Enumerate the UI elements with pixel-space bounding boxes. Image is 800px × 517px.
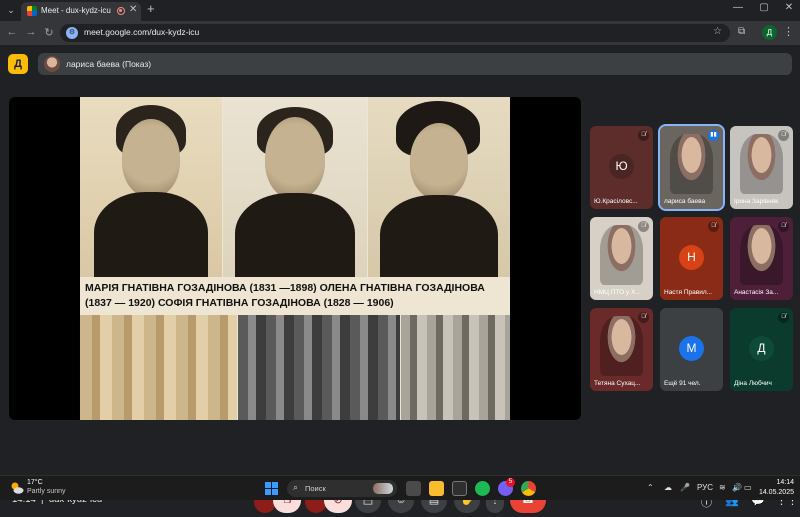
taskbar-search-box[interactable]: ⌕ Поиск xyxy=(287,480,397,497)
participant-name: Тетяна Сухац... xyxy=(594,380,641,387)
mic-muted-icon: 🎙̸ xyxy=(778,130,789,141)
slide-caption: МАРІЯ ГНАТІВНА ГОЗАДІНОВА (1831 —1898) О… xyxy=(85,282,485,309)
participant-tile[interactable]: М Ещё 91 чел. xyxy=(660,308,723,391)
presenter-avatar xyxy=(44,56,60,72)
participant-name: НМЦ ПТО у Х... xyxy=(594,289,641,296)
volume-icon[interactable]: 🔊 xyxy=(732,483,742,492)
tab-search-icon[interactable]: ⌄ xyxy=(4,3,18,17)
participant-initial-avatar: М xyxy=(679,336,704,361)
profile-avatar[interactable]: Д xyxy=(762,25,777,40)
search-placeholder: Поиск xyxy=(305,484,326,493)
portrait-mariia xyxy=(80,97,222,277)
minimize-button[interactable]: — xyxy=(730,2,746,13)
participant-name: лариса баева xyxy=(664,198,706,205)
close-window-button[interactable]: ✕ xyxy=(781,2,797,13)
participant-tile[interactable]: 🎙̸ Ірина Зарівняк xyxy=(730,126,793,209)
taskbar-date[interactable]: 14.05.2025 xyxy=(754,489,794,496)
presenter-bar[interactable]: лариса баева (Показ) xyxy=(38,53,792,75)
participant-video-feed xyxy=(600,316,643,376)
participant-tile[interactable]: Д 🎙̸ Діна Любчич xyxy=(730,308,793,391)
mic-muted-icon: 🎙̸ xyxy=(638,221,649,232)
windows-taskbar: 17°C Partly sunny ⌕ Поиск 5 ⌃ ☁ 🎤 РУС ≋ … xyxy=(0,475,800,500)
windows-start-icon[interactable] xyxy=(265,482,278,495)
participant-tile[interactable]: ▮▮ лариса баева xyxy=(658,124,725,211)
weather-temperature: 17°C xyxy=(27,479,43,486)
presentation-slide: МАРІЯ ГНАТІВНА ГОЗАДІНОВА (1831 —1898) О… xyxy=(80,97,510,420)
participant-tile[interactable]: Ю 🎙̸ Ю.Красіловс... xyxy=(590,126,653,209)
participant-video-feed xyxy=(600,225,643,285)
participant-initial-avatar: Ю xyxy=(609,154,634,179)
historic-photo-workshop xyxy=(80,315,237,420)
browser-tab-meet[interactable]: Meet - dux-kydz-icu ✕ xyxy=(21,2,141,21)
battery-icon[interactable]: ▭ xyxy=(744,483,752,492)
participant-tile[interactable]: 🎙̸ Анастасія За... xyxy=(730,217,793,300)
forward-arrow-icon[interactable]: → xyxy=(24,26,38,38)
tray-overflow-chevron-icon[interactable]: ⌃ xyxy=(647,483,654,492)
tray-microphone-icon[interactable]: 🎤 xyxy=(680,483,690,492)
participant-video-feed xyxy=(740,225,783,285)
mic-muted-icon: 🎙̸ xyxy=(638,312,649,323)
participant-name: Ещё 91 чел. xyxy=(664,380,701,387)
new-tab-button[interactable]: + xyxy=(147,1,155,16)
taskbar-clock[interactable]: 14:14 xyxy=(762,479,794,486)
presenter-name: лариса баева (Показ) xyxy=(66,59,152,69)
site-info-icon[interactable]: ⚙ xyxy=(66,27,78,39)
chrome-icon[interactable] xyxy=(521,481,536,496)
wifi-icon[interactable]: ≋ xyxy=(719,483,726,492)
spotify-icon[interactable] xyxy=(475,481,490,496)
participant-initial-avatar: Д xyxy=(749,336,774,361)
participant-tile[interactable]: Н 🎙̸ Настя Правил... xyxy=(660,217,723,300)
participant-video-feed xyxy=(670,134,713,194)
speaking-indicator-icon: ▮▮ xyxy=(708,130,719,141)
tab-close-icon[interactable]: ✕ xyxy=(129,4,137,15)
participant-name: Діна Любчич xyxy=(734,380,772,387)
browser-tab-bar: ⌄ Meet - dux-kydz-icu ✕ + — ▢ ✕ xyxy=(0,0,800,21)
mic-muted-icon: 🎙̸ xyxy=(778,312,789,323)
app-icon[interactable] xyxy=(452,481,467,496)
back-arrow-icon[interactable]: ← xyxy=(5,26,19,38)
participant-name: Ірина Зарівняк xyxy=(734,198,779,205)
browser-toolbar: ← → ↻ ⚙ meet.google.com/dux-kydz-icu ☆ ⧉… xyxy=(0,21,800,45)
participant-tile[interactable]: 🎙̸ Тетяна Сухац... xyxy=(590,308,653,391)
reload-icon[interactable]: ↻ xyxy=(42,26,56,39)
bookmark-star-icon[interactable]: ☆ xyxy=(713,26,722,37)
weather-condition: Partly sunny xyxy=(27,488,66,495)
weather-partly-sunny-icon[interactable] xyxy=(10,481,24,495)
participant-name: Настя Правил... xyxy=(664,289,713,296)
mic-muted-icon: 🎙̸ xyxy=(778,221,789,232)
participant-initial-avatar: Н xyxy=(679,245,704,270)
address-bar[interactable]: ⚙ meet.google.com/dux-kydz-icu ☆ xyxy=(60,24,730,42)
portrait-olena xyxy=(223,97,367,277)
recording-indicator-icon xyxy=(117,7,125,15)
browser-menu-icon[interactable]: ⋮ xyxy=(783,25,794,38)
tray-cloud-icon[interactable]: ☁ xyxy=(664,483,672,492)
url-text: meet.google.com/dux-kydz-icu xyxy=(84,27,200,37)
mic-muted-icon: 🎙̸ xyxy=(638,130,649,141)
meet-logo: Д xyxy=(8,54,28,74)
participant-tile[interactable]: 🎙̸ НМЦ ПТО у Х... xyxy=(590,217,653,300)
participant-video-feed xyxy=(740,134,783,194)
participant-name: Анастасія За... xyxy=(734,289,779,296)
search-icon: ⌕ xyxy=(293,482,299,492)
viber-notification-badge: 5 xyxy=(506,478,515,487)
file-explorer-icon[interactable] xyxy=(429,481,444,496)
presentation-stage[interactable]: МАРІЯ ГНАТІВНА ГОЗАДІНОВА (1831 —1898) О… xyxy=(9,97,581,420)
meet-favicon-icon xyxy=(27,6,37,16)
portrait-sofiia xyxy=(368,97,510,277)
tab-title: Meet - dux-kydz-icu xyxy=(41,6,111,15)
maximize-button[interactable]: ▢ xyxy=(756,2,772,13)
meet-window: Д лариса баева (Показ) МАРІЯ ГНАТІВНА ГО… xyxy=(0,45,800,513)
historic-photo-classroom xyxy=(238,315,400,420)
task-view-icon[interactable] xyxy=(406,481,421,496)
search-highlight-icon xyxy=(373,483,393,494)
participant-name: Ю.Красіловс... xyxy=(594,198,638,205)
input-language-indicator[interactable]: РУС xyxy=(697,483,713,492)
historic-photo-group xyxy=(401,315,510,420)
mic-muted-icon: 🎙̸ xyxy=(708,221,719,232)
extensions-icon[interactable]: ⧉ xyxy=(738,26,745,37)
